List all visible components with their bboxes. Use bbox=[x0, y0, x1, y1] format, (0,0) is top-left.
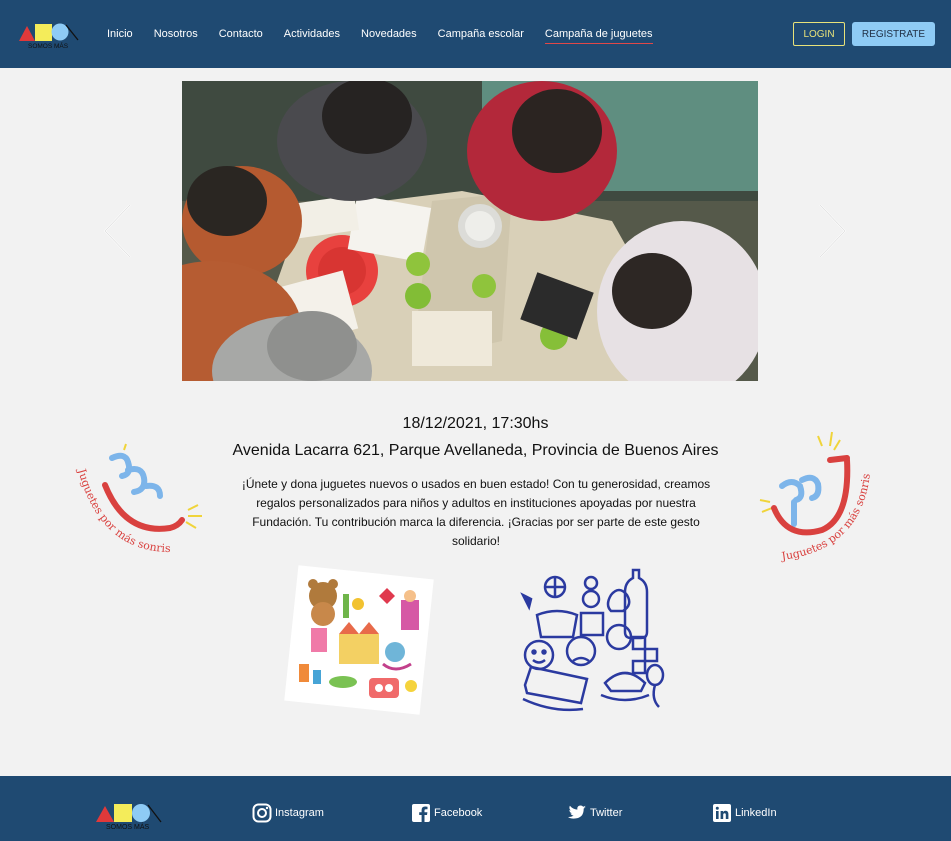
twitter-icon bbox=[568, 805, 586, 819]
instagram-icon bbox=[252, 803, 272, 823]
campaign-badge-right: Juguetes por más sonrisas bbox=[752, 428, 873, 563]
facebook-link[interactable]: Facebook bbox=[411, 803, 482, 823]
linkedin-link[interactable]: LinkedIn bbox=[712, 803, 777, 823]
instagram-link[interactable]: Instagram bbox=[252, 803, 324, 823]
chevron-left-icon[interactable] bbox=[102, 203, 132, 259]
footer-logo[interactable]: SOMOS MÁS bbox=[95, 800, 163, 830]
header: SOMOS MÁS Inicio Nosotros Contacto Activ… bbox=[0, 0, 951, 68]
children-drawing-photo bbox=[182, 81, 758, 381]
instagram-label: Instagram bbox=[275, 807, 324, 819]
linkedin-label: LinkedIn bbox=[735, 807, 777, 819]
nav-actividades[interactable]: Actividades bbox=[284, 28, 340, 44]
logo-text: SOMOS MÁS bbox=[28, 41, 69, 49]
campaign-badge-left: Juguetes por más sonrisas bbox=[70, 440, 202, 555]
twitter-link[interactable]: Twitter bbox=[567, 803, 622, 823]
footer: SOMOS MÁS Instagram Facebook Twitter Lin… bbox=[0, 776, 951, 841]
chevron-right-icon[interactable] bbox=[818, 203, 848, 259]
nav-novedades[interactable]: Novedades bbox=[361, 28, 417, 44]
toys-illustration bbox=[284, 565, 434, 715]
nav-contacto[interactable]: Contacto bbox=[219, 28, 263, 44]
main-nav: Inicio Nosotros Contacto Actividades Nov… bbox=[107, 28, 674, 44]
nav-inicio[interactable]: Inicio bbox=[107, 28, 133, 44]
nav-campana-juguetes[interactable]: Campaña de juguetes bbox=[544, 28, 653, 44]
twitter-label: Twitter bbox=[590, 807, 623, 819]
login-button[interactable]: LOGIN bbox=[793, 22, 845, 46]
event-description: ¡Únete y dona juguetes nuevos o usados e… bbox=[241, 477, 711, 548]
baby-items-illustration bbox=[520, 568, 665, 712]
facebook-label: Facebook bbox=[434, 807, 483, 819]
footer-logo-text: SOMOS MÁS bbox=[106, 822, 150, 830]
nav-nosotros[interactable]: Nosotros bbox=[154, 28, 198, 44]
carousel-image bbox=[182, 81, 758, 381]
register-button[interactable]: REGISTRATE bbox=[852, 22, 935, 46]
somos-mas-logo[interactable]: SOMOS MÁS bbox=[18, 21, 80, 49]
linkedin-icon bbox=[713, 804, 731, 822]
nav-campana-escolar[interactable]: Campaña escolar bbox=[438, 28, 524, 44]
facebook-icon bbox=[412, 804, 430, 822]
